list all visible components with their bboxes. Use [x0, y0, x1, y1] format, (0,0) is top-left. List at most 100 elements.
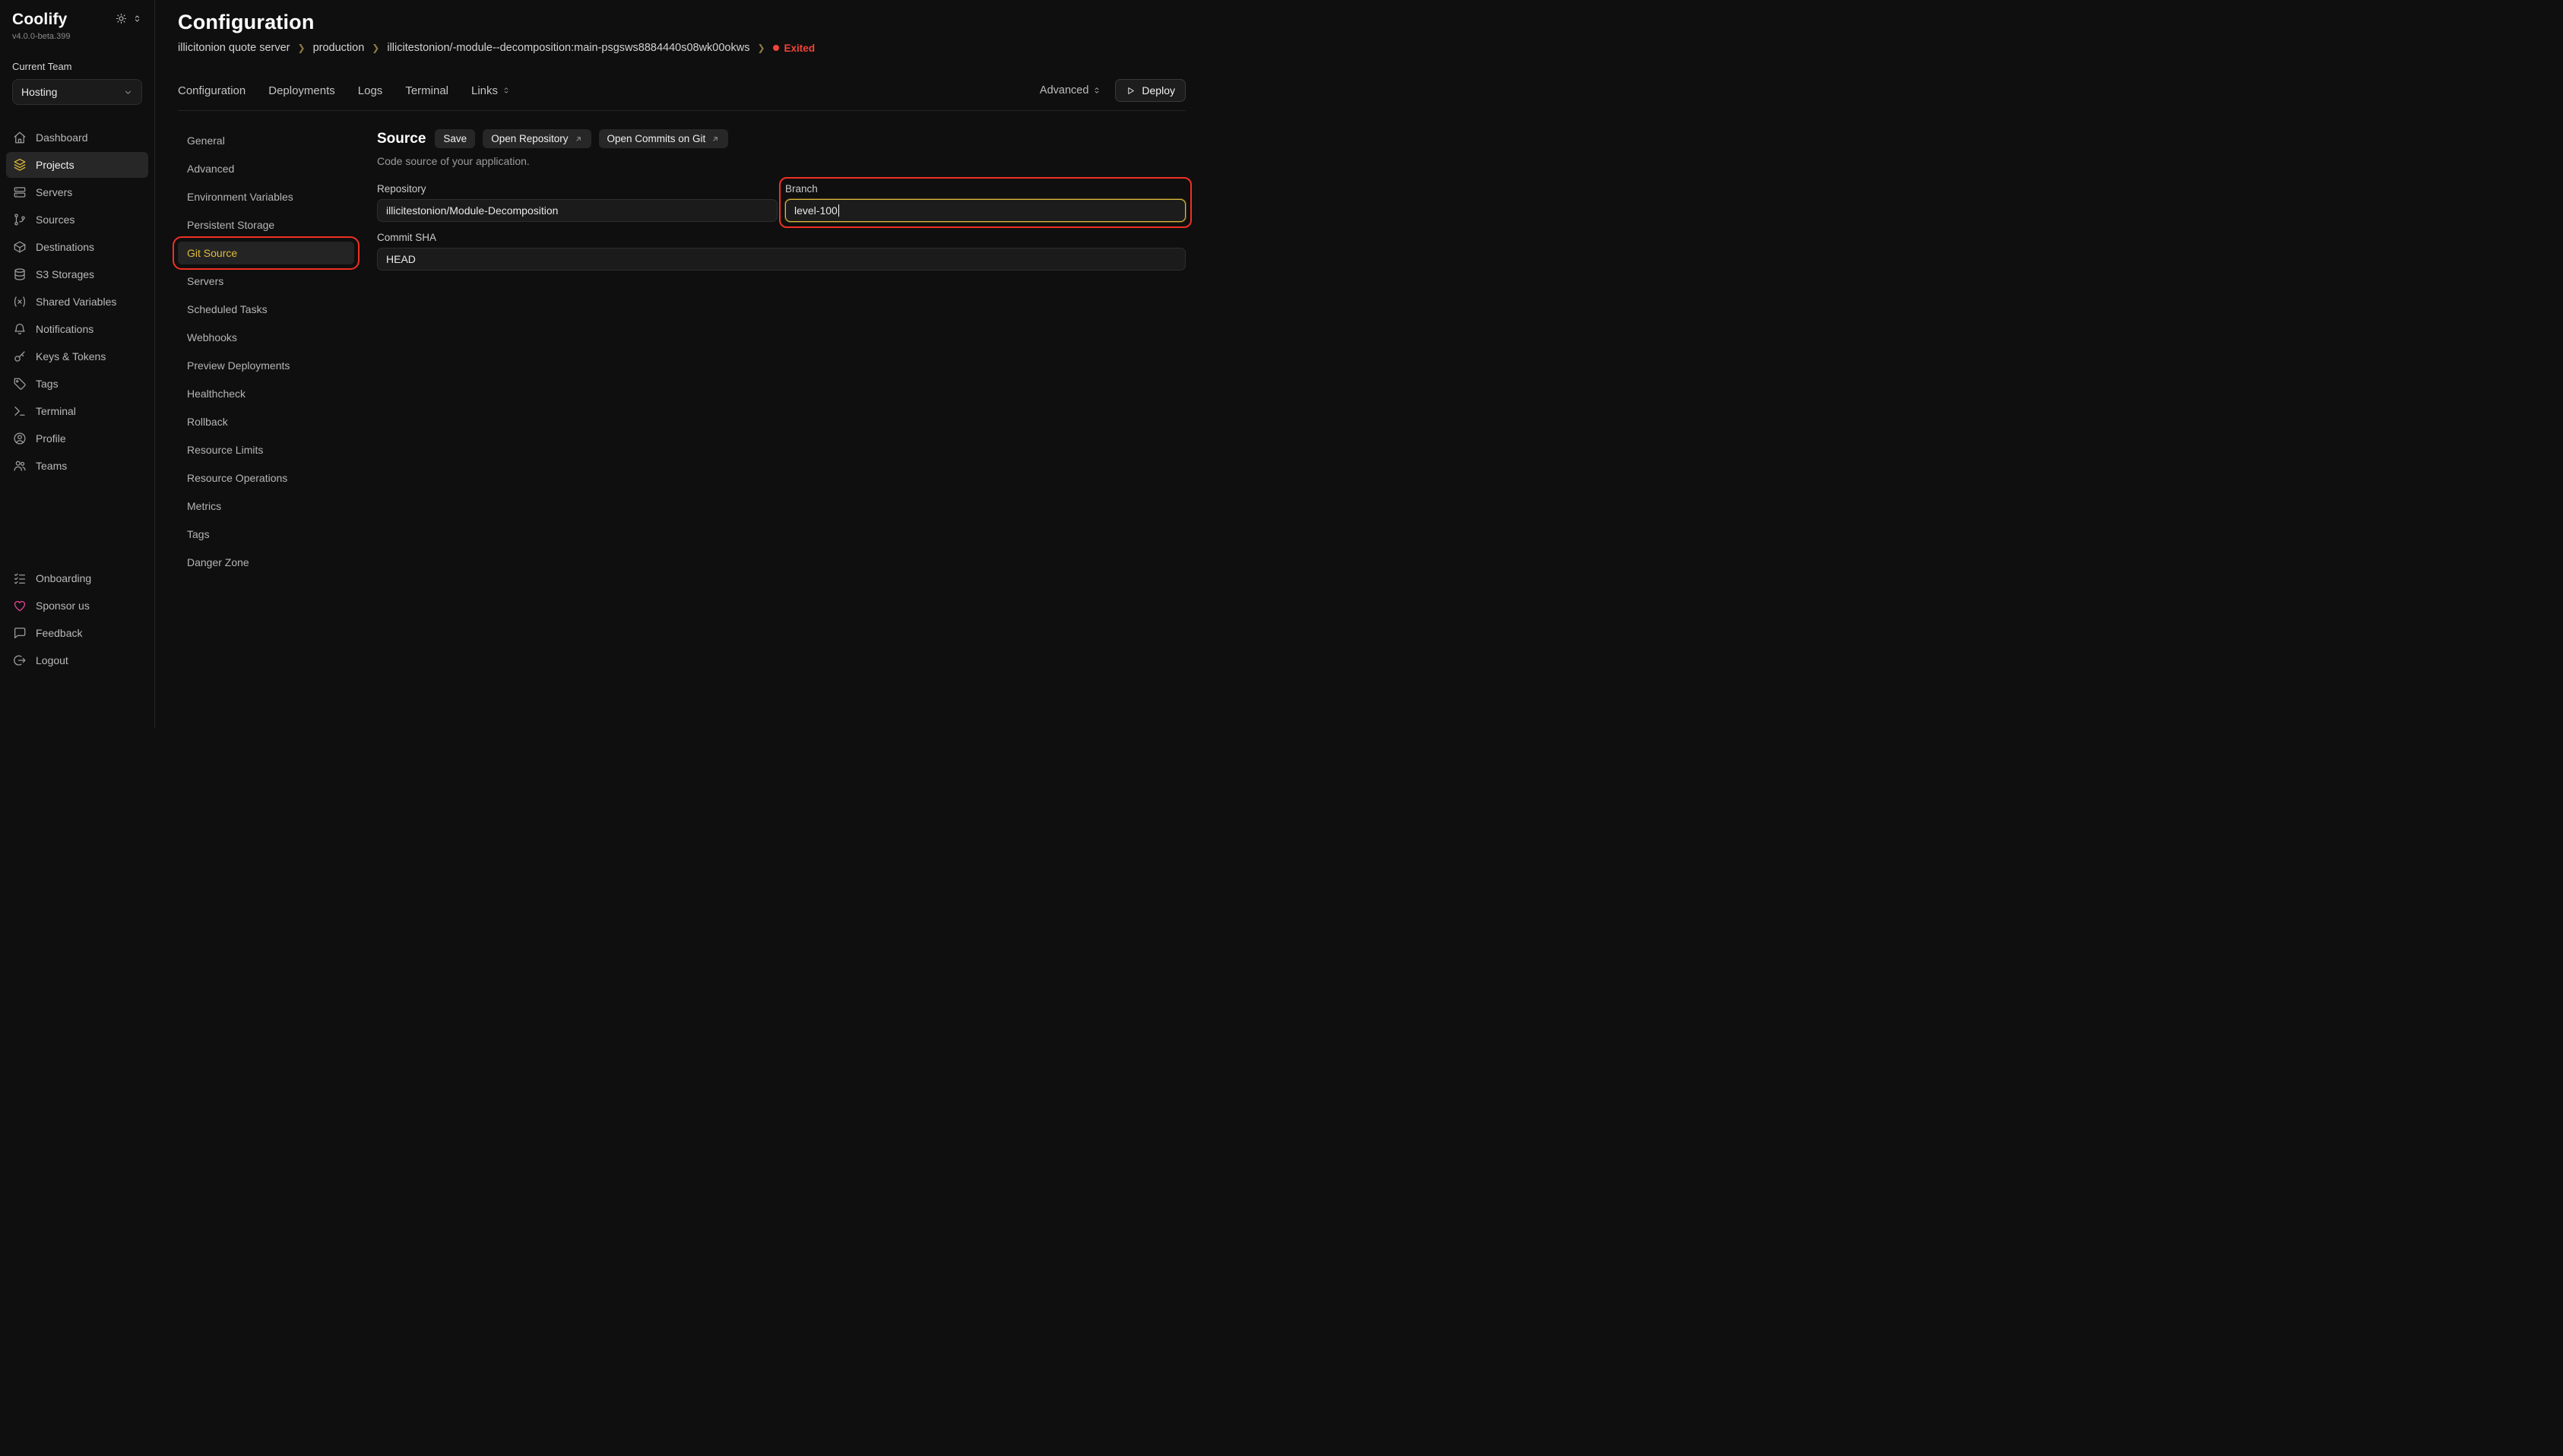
open-repository-button[interactable]: Open Repository — [483, 129, 591, 148]
settings-nav-git-source[interactable]: Git Source — [178, 242, 354, 264]
sidebar-item-label: Profile — [36, 432, 66, 445]
server-icon — [13, 185, 27, 199]
sidebar-item-dashboard[interactable]: Dashboard — [6, 125, 148, 150]
settings-nav-scheduled-tasks[interactable]: Scheduled Tasks — [178, 298, 354, 321]
settings-nav-environment-variables[interactable]: Environment Variables — [178, 185, 354, 208]
commit-sha-input[interactable] — [377, 248, 1186, 271]
open-commits-button[interactable]: Open Commits on Git — [599, 129, 729, 148]
theme-toggle-button[interactable] — [116, 13, 127, 24]
sidebar-footer-nav: Onboarding Sponsor us Feedback Logout — [0, 565, 154, 728]
status-label: Exited — [784, 43, 816, 54]
sidebar-item-logout[interactable]: Logout — [6, 647, 148, 673]
sidebar-item-sponsor[interactable]: Sponsor us — [6, 593, 148, 619]
settings-nav-tags[interactable]: Tags — [178, 523, 354, 546]
chevron-right-icon: ❯ — [757, 43, 765, 53]
sidebar-item-s3-storages[interactable]: S3 Storages — [6, 261, 148, 287]
sidebar-item-servers[interactable]: Servers — [6, 179, 148, 205]
external-link-icon — [574, 135, 583, 144]
settings-nav-persistent-storage[interactable]: Persistent Storage — [178, 214, 354, 236]
breadcrumb-project[interactable]: illicitonion quote server — [178, 42, 290, 54]
chevron-down-icon — [123, 87, 133, 97]
text-cursor — [838, 204, 840, 217]
bell-icon — [13, 322, 27, 336]
message-icon — [13, 626, 27, 640]
sidebar-collapse-button[interactable] — [132, 14, 142, 24]
settings-nav-advanced[interactable]: Advanced — [178, 157, 354, 180]
settings-nav-general[interactable]: General — [178, 129, 354, 152]
brand-row: Coolify v4.0.0-beta.399 — [0, 11, 154, 41]
sidebar-item-profile[interactable]: Profile — [6, 426, 148, 451]
save-button[interactable]: Save — [435, 129, 475, 148]
sidebar-item-label: Terminal — [36, 405, 76, 417]
sidebar-item-keys-tokens[interactable]: Keys & Tokens — [6, 343, 148, 369]
repository-field-group: Repository — [377, 183, 778, 222]
section-subtitle: Code source of your application. — [377, 155, 1186, 167]
open-commits-label: Open Commits on Git — [607, 133, 706, 144]
sidebar-item-notifications[interactable]: Notifications — [6, 316, 148, 342]
settings-nav-metrics[interactable]: Metrics — [178, 495, 354, 518]
settings-nav-rollback[interactable]: Rollback — [178, 410, 354, 433]
chevron-right-icon: ❯ — [298, 43, 306, 53]
section-title: Source — [377, 131, 426, 147]
branch-input-value: level-100 — [794, 204, 838, 217]
chevrons-up-down-icon — [502, 86, 511, 95]
app-logo: Coolify — [12, 11, 70, 28]
tab-terminal[interactable]: Terminal — [405, 84, 448, 97]
sidebar-item-teams[interactable]: Teams — [6, 453, 148, 479]
main-content: Configuration illicitonion quote server … — [155, 0, 1282, 728]
breadcrumb-resource[interactable]: illicitestonion/-module--decomposition:m… — [387, 42, 749, 54]
sidebar-item-terminal[interactable]: Terminal — [6, 398, 148, 424]
users-icon — [13, 459, 27, 473]
sidebar-item-label: Destinations — [36, 241, 94, 253]
source-section: Source Save Open Repository Open Commits… — [377, 129, 1186, 579]
breadcrumb: illicitonion quote server ❯ production ❯… — [178, 42, 1186, 54]
deploy-button[interactable]: Deploy — [1115, 79, 1186, 102]
sidebar-item-label: Keys & Tokens — [36, 350, 106, 362]
sidebar-item-onboarding[interactable]: Onboarding — [6, 565, 148, 591]
repository-input[interactable] — [377, 199, 778, 222]
variable-icon — [13, 295, 27, 309]
settings-nav-resource-limits[interactable]: Resource Limits — [178, 438, 354, 461]
sidebar-item-shared-variables[interactable]: Shared Variables — [6, 289, 148, 315]
chevrons-up-down-icon — [132, 14, 142, 24]
settings-nav-healthcheck[interactable]: Healthcheck — [178, 382, 354, 405]
tab-configuration[interactable]: Configuration — [178, 84, 246, 97]
terminal-icon — [13, 404, 27, 418]
deploy-button-label: Deploy — [1142, 84, 1175, 97]
breadcrumb-environment[interactable]: production — [313, 42, 365, 54]
tab-logs[interactable]: Logs — [358, 84, 383, 97]
settings-nav-resource-operations[interactable]: Resource Operations — [178, 467, 354, 489]
sidebar-item-label: Shared Variables — [36, 296, 116, 308]
sidebar-item-sources[interactable]: Sources — [6, 207, 148, 233]
current-team-label: Current Team — [12, 61, 142, 72]
sidebar-item-label: Logout — [36, 654, 68, 666]
tab-links-label: Links — [471, 84, 498, 97]
sidebar-item-destinations[interactable]: Destinations — [6, 234, 148, 260]
settings-nav-preview-deployments[interactable]: Preview Deployments — [178, 354, 354, 377]
branch-input[interactable]: level-100 — [785, 199, 1186, 222]
tabs: Configuration Deployments Logs Terminal … — [178, 84, 511, 97]
sidebar-item-label: S3 Storages — [36, 268, 94, 280]
sidebar-item-feedback[interactable]: Feedback — [6, 620, 148, 646]
user-icon — [13, 432, 27, 445]
source-form: Repository Branch level-100 Commit SHA — [377, 183, 1186, 271]
settings-nav: General Advanced Environment Variables P… — [178, 129, 354, 579]
repository-label: Repository — [377, 183, 778, 195]
team-select[interactable]: Hosting — [12, 79, 142, 105]
git-branch-icon — [13, 213, 27, 226]
app-version: v4.0.0-beta.399 — [12, 32, 70, 41]
settings-nav-servers[interactable]: Servers — [178, 270, 354, 293]
team-select-value: Hosting — [21, 86, 57, 98]
brand-block: Coolify v4.0.0-beta.399 — [12, 11, 70, 41]
settings-nav-webhooks[interactable]: Webhooks — [178, 326, 354, 349]
advanced-toggle[interactable]: Advanced — [1040, 84, 1102, 97]
sidebar-item-label: Projects — [36, 159, 74, 171]
sidebar: Coolify v4.0.0-beta.399 Current Team Hos… — [0, 0, 155, 728]
tab-deployments[interactable]: Deployments — [268, 84, 335, 97]
branch-field-group: Branch level-100 — [785, 183, 1186, 222]
settings-nav-danger-zone[interactable]: Danger Zone — [178, 551, 354, 574]
sidebar-item-projects[interactable]: Projects — [6, 152, 148, 178]
sidebar-item-label: Notifications — [36, 323, 93, 335]
tab-links[interactable]: Links — [471, 84, 511, 97]
sidebar-item-tags[interactable]: Tags — [6, 371, 148, 397]
